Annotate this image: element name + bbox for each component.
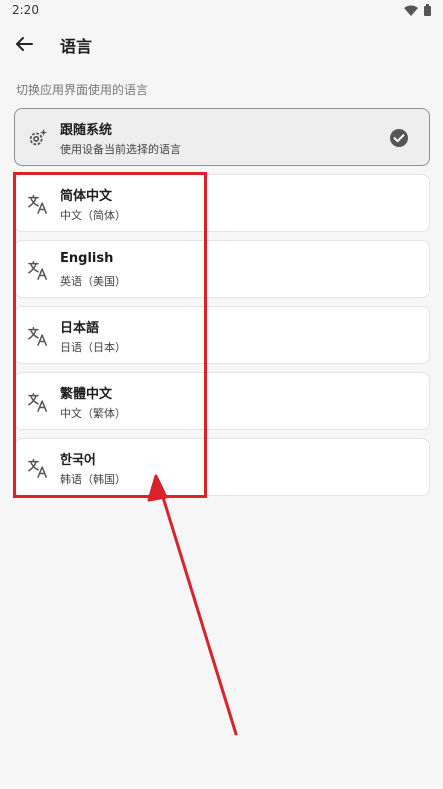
status-time: 2:20 — [12, 3, 39, 17]
option-title: 跟随系统 — [60, 123, 113, 138]
option-subtitle: 韩语（韩国） — [60, 473, 126, 486]
translate-icon — [28, 261, 47, 280]
translate-icon — [28, 393, 47, 412]
language-option-follow-system[interactable]: 跟随系统 使用设备当前选择的语言 — [14, 108, 430, 166]
option-title: 简体中文 — [60, 189, 113, 204]
page-title: 语言 — [60, 37, 93, 56]
language-option-english[interactable]: English 英语（美国） — [14, 240, 430, 298]
language-option-korean[interactable]: 한국어 韩语（韩国） — [14, 438, 430, 496]
language-option-zh-hans[interactable]: 简体中文 中文（简体） — [14, 174, 430, 232]
status-icons — [404, 4, 431, 16]
language-option-zh-hant[interactable]: 繁體中文 中文（繁体） — [14, 372, 430, 430]
app-bar: 语言 — [0, 24, 443, 64]
option-subtitle: 中文（简体） — [60, 209, 126, 222]
back-arrow-icon[interactable] — [12, 32, 36, 56]
translate-icon — [28, 459, 47, 478]
settings-auto-icon — [29, 128, 48, 146]
option-subtitle: 使用设备当前选择的语言 — [60, 143, 181, 156]
section-hint: 切换应用界面使用的语言 — [16, 83, 149, 97]
wifi-icon — [404, 5, 418, 16]
option-title: 日本語 — [60, 321, 100, 336]
option-title: English — [60, 251, 114, 266]
battery-icon — [424, 4, 431, 16]
option-title: 한국어 — [60, 453, 96, 468]
translate-icon — [28, 195, 47, 214]
translate-icon — [28, 327, 47, 346]
option-subtitle: 日语（日本） — [60, 341, 126, 354]
option-subtitle: 中文（繁体） — [60, 407, 126, 420]
language-option-japanese[interactable]: 日本語 日语（日本） — [14, 306, 430, 364]
check-circle-icon — [390, 129, 408, 147]
status-bar: 2:20 — [0, 0, 443, 22]
option-subtitle: 英语（美国） — [60, 275, 126, 288]
option-title: 繁體中文 — [60, 387, 113, 402]
